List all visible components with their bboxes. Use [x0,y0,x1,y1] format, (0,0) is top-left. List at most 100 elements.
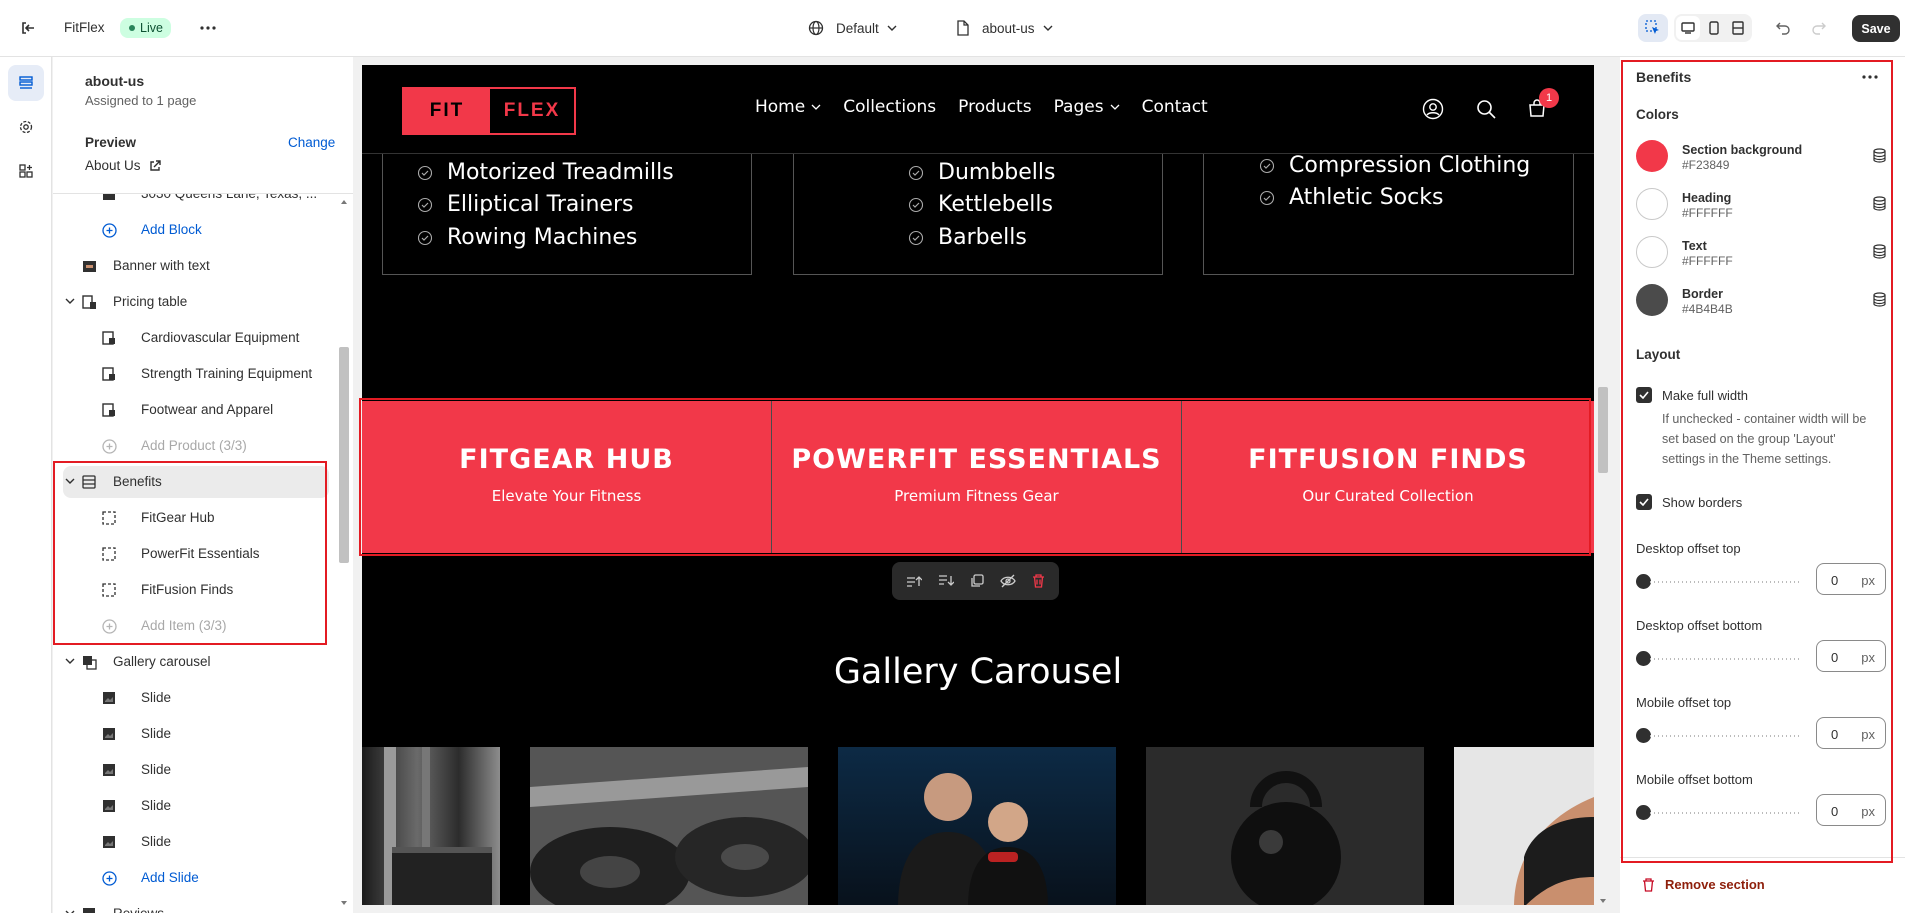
store-logo[interactable]: FIT FLEX [402,87,576,135]
chevron-down-icon[interactable] [65,478,75,484]
benefit-item[interactable]: POWERFIT ESSENTIALS Premium Fitness Gear [772,401,1182,553]
mobile-offset-bottom-slider[interactable]: 0 px [1636,794,1886,830]
color-setting-row[interactable]: Section background #F23849 [1636,134,1886,178]
mobile-offset-top-input[interactable]: 0 px [1816,717,1886,749]
slider-track[interactable] [1650,812,1800,814]
chevron-down-icon[interactable] [65,298,75,304]
theme-select[interactable]: Default [808,17,897,39]
fullscreen-icon[interactable] [1726,16,1750,40]
slider-track[interactable] [1650,581,1800,583]
settings-tab[interactable] [8,109,44,145]
desktop-offset-bottom-slider[interactable]: 0 px [1636,640,1886,676]
hide-eye-icon[interactable] [1000,574,1016,588]
pricing-card-strength[interactable]: Dumbbells Kettlebells Barbells [793,145,1163,275]
nav-contact[interactable]: Contact [1142,97,1208,117]
sections-tab[interactable] [8,65,44,101]
color-swatch[interactable] [1636,140,1668,172]
more-options-icon[interactable] [1862,75,1878,79]
more-menu-icon[interactable] [196,18,220,38]
dynamic-source-icon[interactable] [1873,292,1886,307]
color-swatch[interactable] [1636,188,1668,220]
save-button[interactable]: Save [1852,15,1900,42]
tree-block-item[interactable]: FitGear Hub [53,500,339,536]
duplicate-icon[interactable] [970,574,984,588]
benefits-section[interactable]: FITGEAR HUB Elevate Your Fitness POWERFI… [362,401,1594,553]
color-swatch[interactable] [1636,236,1668,268]
gallery-slide-image[interactable] [1146,747,1424,905]
slider-track[interactable] [1650,658,1800,660]
tree-section-item[interactable]: Banner with text [53,248,339,284]
nav-pages[interactable]: Pages [1054,97,1120,117]
dynamic-source-icon[interactable] [1873,196,1886,211]
remove-section-button[interactable]: Remove section [1642,877,1765,892]
slider-thumb[interactable] [1636,651,1651,666]
apps-tab[interactable] [8,153,44,189]
benefit-item[interactable]: FITFUSION FINDS Our Curated Collection [1182,401,1594,553]
nav-products[interactable]: Products [958,97,1031,117]
tree-section-item[interactable]: Gallery carousel [53,644,339,680]
page-select[interactable]: about-us [956,17,1053,39]
redo-icon[interactable] [1808,18,1830,38]
gallery-slide-image[interactable] [362,747,500,905]
delete-icon[interactable] [1032,574,1045,588]
slider-track[interactable] [1650,735,1800,737]
tree-block-item[interactable]: Slide [53,716,339,752]
show-borders-checkbox[interactable] [1636,494,1652,510]
gallery-slide-image[interactable] [838,747,1116,905]
color-setting-row[interactable]: Heading #FFFFFF [1636,182,1886,226]
slider-thumb[interactable] [1636,574,1651,589]
color-setting-row[interactable]: Border #4B4B4B [1636,278,1886,322]
desktop-offset-top-input[interactable]: 0 px [1816,563,1886,595]
move-down-icon[interactable] [938,574,954,588]
gallery-slide-image[interactable] [530,747,808,905]
tree-block-item[interactable]: Footwear and Apparel [53,392,339,428]
tree-block-item[interactable]: 3030 Queens Lane, Texas, ... [53,194,339,212]
benefit-item[interactable]: FITGEAR HUB Elevate Your Fitness [362,401,772,553]
left-scrollbar[interactable] [338,197,350,909]
dynamic-source-icon[interactable] [1873,244,1886,259]
tree-block-item[interactable]: Slide [53,824,339,860]
nav-collections[interactable]: Collections [843,97,936,117]
tree-block-item[interactable]: FitFusion Finds [53,572,339,608]
pricing-card-apparel[interactable]: Compression Clothing Athletic Socks [1203,145,1574,275]
desktop-offset-top-slider[interactable]: 0 px [1636,563,1886,599]
tree-block-item[interactable]: PowerFit Essentials [53,536,339,572]
desktop-icon[interactable] [1676,16,1700,40]
exit-icon[interactable] [18,18,38,38]
nav-home[interactable]: Home [755,97,821,117]
tree-section-item[interactable]: Reviews [53,896,339,913]
tree-block-item[interactable]: Slide [53,680,339,716]
desktop-offset-bottom-input[interactable]: 0 px [1816,640,1886,672]
tree-section-item[interactable]: Pricing table [53,284,339,320]
slider-thumb[interactable] [1636,805,1651,820]
tree-section-item[interactable]: Benefits [53,464,339,500]
change-preview-link[interactable]: Change [288,135,335,150]
color-swatch[interactable] [1636,284,1668,316]
benefit-title: FITFUSION FINDS [1248,443,1528,475]
tree-add-item[interactable]: Add Block [53,212,339,248]
preview-scrollbar[interactable] [1597,65,1609,905]
mobile-offset-top-slider[interactable]: 0 px [1636,717,1886,753]
preview-page-link[interactable]: About Us [85,158,161,173]
full-width-checkbox[interactable] [1636,387,1652,403]
move-up-icon[interactable] [906,574,922,588]
tree-add-item[interactable]: Add Slide [53,860,339,896]
account-icon[interactable] [1422,98,1444,120]
undo-icon[interactable] [1772,18,1794,38]
pricing-card-cardio[interactable]: Motorized Treadmills Elliptical Trainers… [382,145,752,275]
store-header: FIT FLEX Home Collections Products Pages… [362,65,1594,154]
tree-block-item[interactable]: Cardiovascular Equipment [53,320,339,356]
slide-image-icon [101,834,117,850]
tree-block-item[interactable]: Strength Training Equipment [53,356,339,392]
inspector-toggle[interactable] [1638,14,1668,42]
tree-block-item[interactable]: Slide [53,752,339,788]
color-setting-row[interactable]: Text #FFFFFF [1636,230,1886,274]
mobile-icon[interactable] [1702,16,1726,40]
tree-block-item[interactable]: Slide [53,788,339,824]
gallery-slide-image[interactable] [1454,747,1594,905]
slider-thumb[interactable] [1636,728,1651,743]
dynamic-source-icon[interactable] [1873,148,1886,163]
search-icon[interactable] [1476,99,1496,119]
mobile-offset-bottom-input[interactable]: 0 px [1816,794,1886,826]
chevron-down-icon[interactable] [65,658,75,664]
